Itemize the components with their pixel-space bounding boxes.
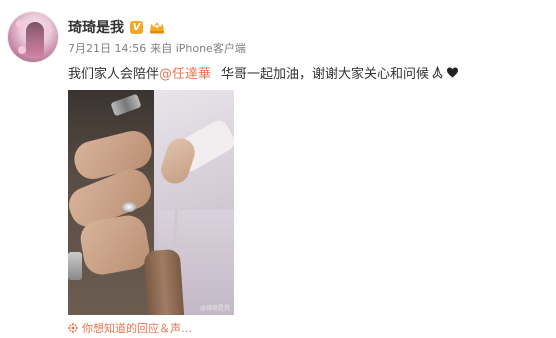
- verified-badge-icon[interactable]: V: [130, 20, 143, 34]
- avatar-figure: [26, 22, 44, 56]
- black-heart-emoji-icon: [447, 67, 459, 78]
- post-meta: 7月21日 14:56 来自 iPhone客户端: [68, 40, 246, 56]
- post-time[interactable]: 7月21日 14:56: [68, 40, 146, 56]
- music-link[interactable]: 你想知道的回应＆声…: [82, 320, 192, 336]
- avatar-decoration: [16, 20, 24, 28]
- photo-watch: [68, 252, 82, 280]
- author-row: 琦琦是我 V: [68, 18, 165, 36]
- photo-hand: [77, 212, 153, 278]
- mention-link[interactable]: @任達華: [159, 63, 211, 82]
- photo-arm: [143, 248, 185, 315]
- photo-watermark: @琦琦是我: [199, 305, 230, 312]
- post-text-before: 我们家人会陪伴: [68, 67, 160, 82]
- post-photo[interactable]: @琦琦是我: [68, 90, 234, 315]
- avatar-decoration: [44, 26, 52, 34]
- post-text-after: 华哥一起加油，谢谢大家关心和问候: [221, 67, 430, 82]
- member-crown-icon[interactable]: [149, 20, 165, 34]
- music-sparkle-icon: [68, 323, 78, 333]
- author-name[interactable]: 琦琦是我: [68, 17, 124, 37]
- post-source: 来自 iPhone客户端: [150, 42, 246, 55]
- photo-ring: [122, 202, 136, 212]
- music-link-row[interactable]: 你想知道的回应＆声…: [68, 320, 192, 336]
- avatar-decoration: [18, 46, 26, 54]
- post-text: 我们家人会陪伴 @任達華 华哥一起加油，谢谢大家关心和问候: [68, 63, 459, 82]
- avatar[interactable]: [8, 12, 58, 62]
- pray-emoji-icon: [432, 66, 443, 79]
- photo-watch: [110, 93, 142, 117]
